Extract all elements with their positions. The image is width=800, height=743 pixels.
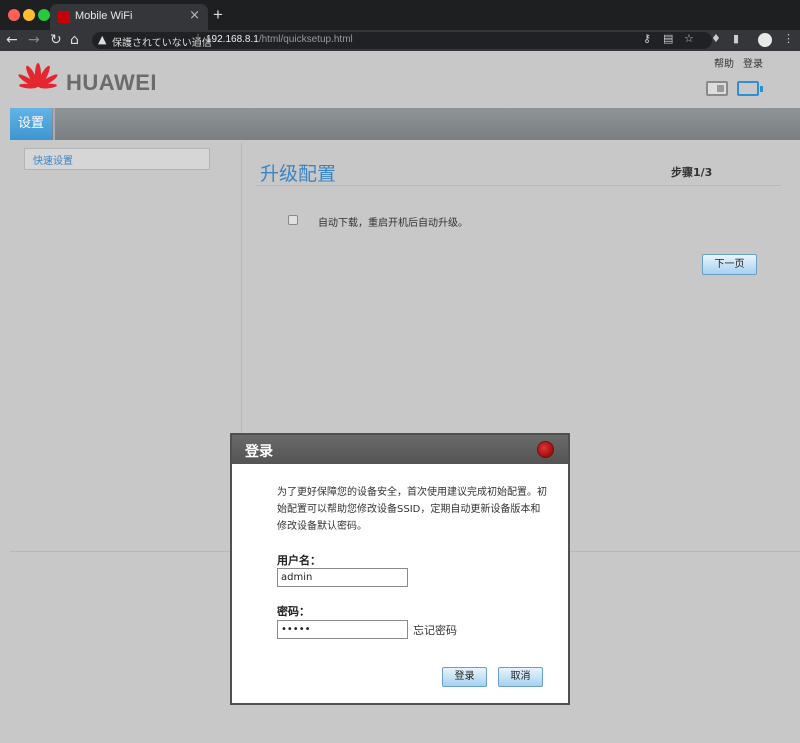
- login-dialog: 登录 为了更好保障您的设备安全，首次使用建议完成初始配置。初始配置可以帮助您修改…: [230, 433, 570, 705]
- window-minimize-button[interactable]: [23, 9, 35, 21]
- auto-update-checkbox[interactable]: [288, 215, 298, 225]
- reload-icon[interactable]: ↻: [50, 31, 62, 49]
- login-button[interactable]: 登录: [442, 667, 487, 687]
- content-divider: [241, 143, 242, 443]
- new-tab-button[interactable]: +: [213, 5, 223, 25]
- url-separator: |: [196, 32, 201, 46]
- url-host: 192.168.8.1: [206, 34, 259, 45]
- window-zoom-button[interactable]: [38, 9, 50, 21]
- dialog-header: 登录: [232, 435, 568, 464]
- profile-avatar[interactable]: [758, 33, 772, 47]
- connection-status-icon: [737, 81, 763, 96]
- extension-icon[interactable]: ♦: [711, 32, 721, 45]
- menu-item-settings[interactable]: 设置: [10, 108, 55, 140]
- dialog-close-icon[interactable]: [537, 441, 554, 458]
- sidebar-item-quick-setup[interactable]: 快速设置: [24, 148, 210, 170]
- password-input[interactable]: [277, 620, 408, 639]
- browser-tab-bar: Mobile WiFi × +: [0, 0, 800, 30]
- window-close-button[interactable]: [8, 9, 20, 21]
- auto-update-label: 自动下载，重启开机后自动升级。: [318, 218, 468, 229]
- forgot-password-link[interactable]: 忘记密码: [413, 622, 457, 638]
- page-title: 升级配置: [260, 163, 337, 185]
- browser-menu-icon[interactable]: ⋮: [783, 32, 794, 45]
- username-input[interactable]: [277, 568, 408, 587]
- username-label: 用户名：: [277, 554, 321, 567]
- browser-tab[interactable]: Mobile WiFi ×: [50, 4, 208, 30]
- next-page-button[interactable]: 下一页: [702, 254, 757, 275]
- step-indicator: 步骤1/3: [671, 166, 713, 179]
- login-link[interactable]: 登录: [743, 55, 763, 70]
- huawei-favicon-icon: [58, 11, 70, 23]
- bookmark-star-icon[interactable]: ☆: [684, 32, 694, 45]
- extension-icon-2[interactable]: ▮: [733, 32, 739, 45]
- cancel-button[interactable]: 取消: [498, 667, 543, 687]
- address-bar[interactable]: ▲ 保護されていない通信 | 192.168.8.1/html/quickset…: [92, 32, 712, 49]
- huawei-logo-icon: [18, 63, 58, 89]
- brand-name: HUAWEI: [66, 70, 157, 95]
- dialog-title: 登录: [245, 444, 273, 460]
- tab-close-icon[interactable]: ×: [189, 8, 200, 23]
- warning-icon: ▲: [98, 33, 107, 46]
- back-arrow-icon[interactable]: ←: [6, 31, 18, 49]
- title-underline: [256, 185, 781, 186]
- tab-title: Mobile WiFi: [75, 10, 133, 22]
- help-link[interactable]: 帮助: [714, 55, 734, 70]
- browser-toolbar: ← → ↻ ⌂ ▲ 保護されていない通信 | 192.168.8.1/html/…: [0, 30, 800, 51]
- forward-arrow-icon[interactable]: →: [28, 31, 40, 49]
- main-menu-bar: 设置: [10, 108, 800, 140]
- sim-status-icon: [706, 81, 728, 96]
- url-path: /html/quicksetup.html: [258, 34, 353, 45]
- url-text: 192.168.8.1/html/quicksetup.html: [206, 34, 353, 45]
- key-icon[interactable]: ⚷: [643, 32, 651, 45]
- translate-icon[interactable]: ▤: [663, 32, 673, 45]
- password-label: 密码：: [277, 605, 310, 618]
- home-icon[interactable]: ⌂: [70, 31, 79, 49]
- dialog-message: 为了更好保障您的设备安全，首次使用建议完成初始配置。初始配置可以帮助您修改设备S…: [277, 487, 547, 532]
